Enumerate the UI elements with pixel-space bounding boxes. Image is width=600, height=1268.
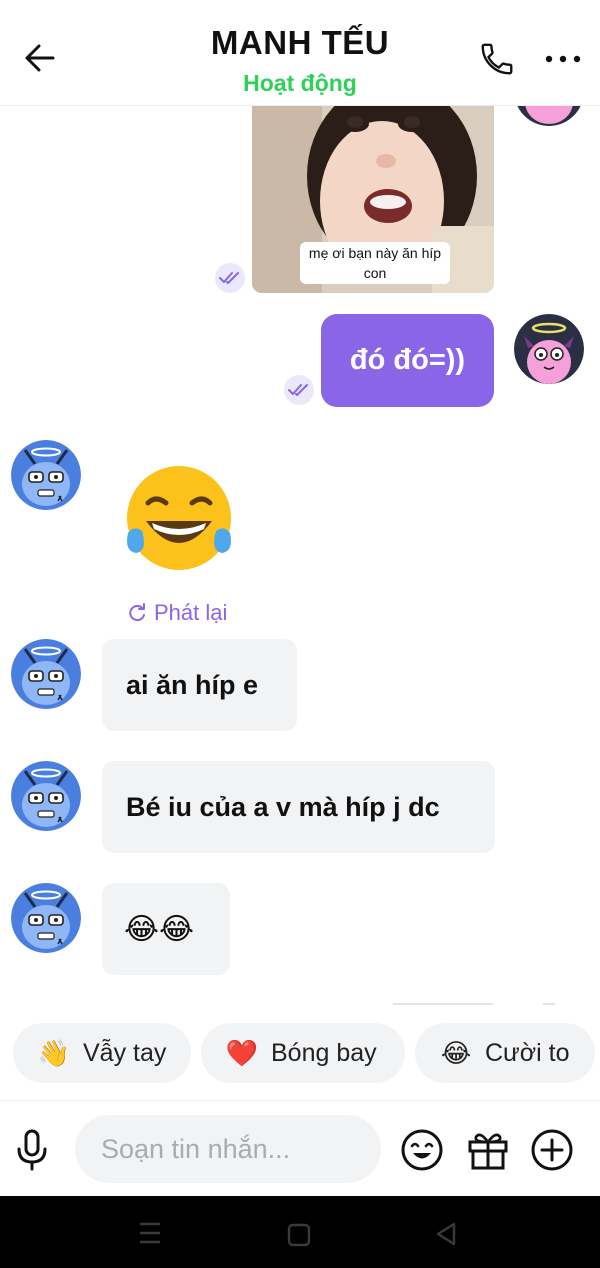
message-list[interactable]: mẹ ơi bạn này ăn híp con đó đó=)) Phát l…: [0, 106, 600, 1010]
add-attachment-button[interactable]: [528, 1126, 576, 1174]
outgoing-message[interactable]: đó đó=)): [321, 314, 494, 407]
big-laughing-emoji[interactable]: [120, 461, 238, 579]
double-check-icon: [219, 272, 239, 284]
smiley-icon: [401, 1129, 443, 1171]
incoming-message[interactable]: ai ăn híp e: [102, 639, 297, 731]
heart-icon: ❤️: [225, 1037, 259, 1068]
quick-reply-label: Bóng bay: [271, 1038, 377, 1067]
my-avatar-partial: [514, 106, 584, 126]
incoming-message[interactable]: 😂😂: [102, 883, 230, 975]
voice-button[interactable]: [10, 1126, 54, 1174]
divider-hint: [543, 1003, 555, 1005]
home-icon[interactable]: [284, 1220, 314, 1250]
contact-name[interactable]: MANH TẾU: [150, 24, 450, 62]
waving-hand-icon: 👋: [37, 1037, 71, 1068]
microphone-icon: [17, 1129, 47, 1171]
system-back-icon[interactable]: [430, 1218, 462, 1250]
double-check-icon: [288, 384, 308, 396]
contact-avatar[interactable]: [11, 761, 81, 831]
phone-icon: [481, 43, 513, 75]
more-dots-icon: [545, 55, 581, 63]
quick-reply-laugh[interactable]: 😂 Cười to: [415, 1023, 595, 1083]
back-button[interactable]: [18, 36, 62, 80]
online-status: Hoạt động: [243, 70, 357, 96]
my-avatar[interactable]: [514, 314, 584, 384]
replay-label: Phát lại: [154, 600, 228, 625]
recent-apps-icon[interactable]: [130, 1218, 170, 1248]
contact-avatar[interactable]: [11, 639, 81, 709]
quick-reply-wave[interactable]: 👋 Vẫy tay: [13, 1023, 191, 1083]
seen-indicator: [215, 263, 245, 293]
gift-icon: [468, 1133, 508, 1170]
contact-avatar[interactable]: [11, 883, 81, 953]
replay-icon: [129, 603, 145, 622]
divider-hint: [393, 1003, 493, 1005]
quick-reply-label: Vẫy tay: [83, 1038, 167, 1067]
incoming-message[interactable]: Bé iu của a v mà híp j dc: [102, 761, 495, 853]
contact-avatar[interactable]: [11, 440, 81, 510]
replay-button[interactable]: Phát lại: [126, 600, 227, 626]
laughing-icon: 😂: [440, 1037, 472, 1068]
quick-reply-balloon[interactable]: ❤️ Bóng bay: [201, 1023, 405, 1083]
more-options-button[interactable]: [540, 36, 586, 82]
seen-indicator: [284, 375, 314, 405]
emoji-button[interactable]: [398, 1126, 446, 1174]
call-button[interactable]: [474, 36, 520, 82]
gift-button[interactable]: [464, 1126, 512, 1174]
plus-circle-icon: [531, 1129, 573, 1171]
arrow-left-icon: [25, 44, 55, 72]
quick-reply-label: Cười to: [485, 1038, 570, 1067]
tears-of-joy-icon: [127, 466, 231, 570]
message-input[interactable]: [75, 1115, 381, 1183]
photo-message[interactable]: mẹ ơi bạn này ăn híp con: [252, 106, 494, 293]
photo-caption: mẹ ơi bạn này ăn híp con: [300, 242, 450, 284]
